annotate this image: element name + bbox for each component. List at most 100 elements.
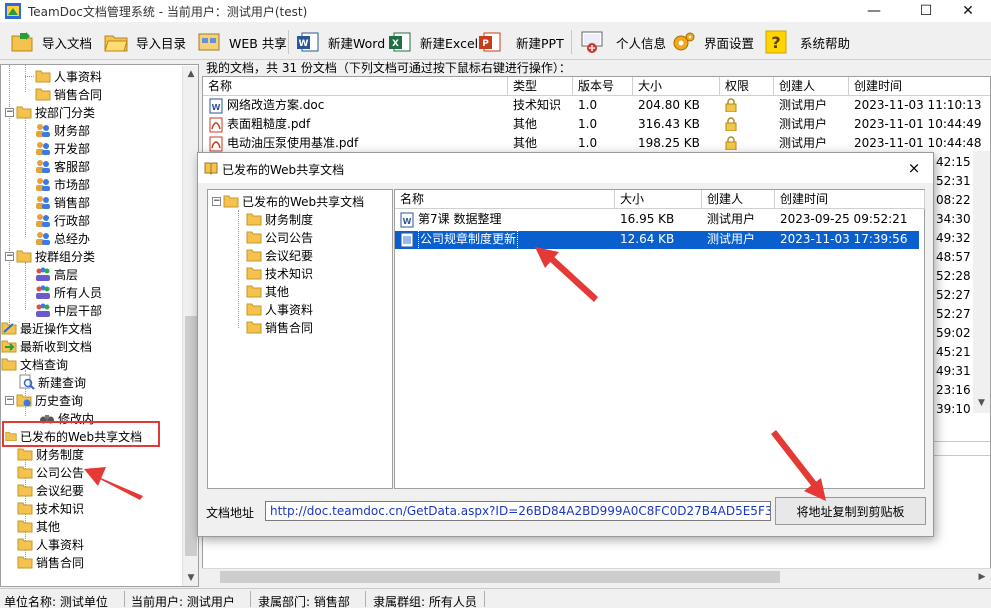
doc-list-scrollbar[interactable]: ▼ bbox=[973, 151, 990, 413]
new-excel-button[interactable]: X 新建Excel bbox=[388, 28, 478, 56]
app-logo-icon bbox=[5, 3, 21, 19]
time-fragment: 23:16 bbox=[936, 383, 971, 397]
tree-item-search[interactable]: 文档查询 bbox=[1, 355, 68, 373]
dialog-close-button[interactable]: × bbox=[902, 157, 926, 179]
col-header-name[interactable]: 名称 bbox=[203, 77, 508, 96]
dialog-tree-item[interactable]: 销售合同 bbox=[246, 318, 313, 336]
web-share-button[interactable]: WEB 共享 bbox=[197, 28, 287, 56]
tree-item[interactable]: 其他 bbox=[17, 517, 60, 535]
tree-item[interactable]: 技术知识 bbox=[17, 499, 84, 517]
tree-item[interactable]: 销售合同 bbox=[35, 85, 102, 103]
tree-item-recent[interactable]: 最近操作文档 bbox=[1, 319, 92, 337]
collapse-toggle[interactable]: − bbox=[212, 196, 221, 206]
tree-item[interactable]: 会议纪要 bbox=[17, 481, 84, 499]
collapse-toggle[interactable]: − bbox=[5, 251, 14, 261]
new-ppt-button[interactable]: P 新建PPT bbox=[478, 28, 564, 56]
tree-item[interactable]: 所有人员 bbox=[35, 283, 102, 301]
new-ppt-label: 新建PPT bbox=[516, 35, 564, 51]
col-header-created[interactable]: 创建时间 bbox=[849, 77, 990, 96]
word-doc-icon: W bbox=[209, 98, 223, 113]
tree-item[interactable]: 开发部 bbox=[35, 139, 90, 157]
collapse-toggle[interactable]: − bbox=[5, 107, 14, 117]
tree-item[interactable]: 客服部 bbox=[35, 157, 90, 175]
address-field[interactable]: http://doc.teamdoc.cn/GetData.aspx?ID=26… bbox=[265, 501, 771, 521]
dialog-tree-item[interactable]: 其他 bbox=[246, 282, 289, 300]
dialog-doc-list[interactable]: 名称 大小 创建人 创建时间 W 第7课 数据整理 16.95 KB 测试用户 … bbox=[394, 189, 925, 489]
tree-item[interactable]: 行政部 bbox=[35, 211, 90, 229]
doc-list-hscrollbar[interactable]: ▶ bbox=[202, 568, 991, 585]
scroll-up-arrow-icon[interactable]: ▲ bbox=[183, 66, 198, 82]
cell-created: 2023-11-01 10:44:49 bbox=[854, 117, 982, 131]
pdf-doc-icon bbox=[209, 136, 223, 151]
web-share-dialog[interactable]: 已发布的Web共享文档 × − 已发布的Web共享文档 财务制度 公司公告 会议… bbox=[197, 152, 934, 537]
dialog-tree-item[interactable]: 财务制度 bbox=[246, 210, 313, 228]
cell-creator: 测试用户 bbox=[779, 136, 828, 150]
table-row[interactable]: W 第7课 数据整理 bbox=[395, 210, 615, 229]
table-row[interactable]: W 网络改造方案.doc bbox=[203, 96, 508, 115]
cell-size: 316.43 KB bbox=[638, 117, 700, 131]
folder-tree[interactable]: 人事资料 销售合同 − 按部门分类 财务部 开发部 客服部 市场部 销售部 行政… bbox=[0, 64, 199, 587]
tree-item[interactable]: 销售合同 bbox=[17, 553, 84, 571]
window-title: TeamDoc文档管理系统 - 当前用户：测试用户(test) bbox=[28, 5, 308, 19]
tree-item[interactable]: 总经办 bbox=[35, 229, 90, 247]
time-fragment: 45:21 bbox=[936, 345, 971, 359]
col-header-created[interactable]: 创建时间 bbox=[775, 190, 925, 209]
col-header-size[interactable]: 大小 bbox=[633, 77, 720, 96]
help-button[interactable]: ? 系统帮助 bbox=[764, 28, 850, 56]
lock-icon bbox=[725, 98, 737, 112]
dialog-tree-item[interactable]: 公司公告 bbox=[246, 228, 313, 246]
dialog-tree-item[interactable]: 人事资料 bbox=[246, 300, 313, 318]
folder-icon bbox=[35, 88, 51, 101]
tree-item[interactable]: 财务制度 bbox=[17, 445, 84, 463]
import-dir-button[interactable]: 导入目录 bbox=[104, 28, 186, 56]
tree-item-by-dept[interactable]: − 按部门分类 bbox=[5, 103, 95, 121]
tree-item[interactable]: 人事资料 bbox=[25, 67, 102, 85]
minimize-button[interactable]: — bbox=[851, 0, 897, 22]
scroll-right-arrow-icon[interactable]: ▶ bbox=[974, 569, 990, 585]
tree-item[interactable]: 人事资料 bbox=[17, 535, 84, 553]
group-icon bbox=[36, 178, 50, 191]
col-header-type[interactable]: 类型 bbox=[508, 77, 573, 96]
dialog-folder-tree[interactable]: − 已发布的Web共享文档 财务制度 公司公告 会议纪要 技术知识 其他 人事资… bbox=[207, 189, 393, 489]
tree-item-history[interactable]: − 历史查询 bbox=[5, 391, 83, 409]
scroll-thumb[interactable] bbox=[220, 571, 780, 583]
col-header-version[interactable]: 版本号 bbox=[573, 77, 633, 96]
col-header-name[interactable]: 名称 bbox=[395, 190, 615, 209]
table-row[interactable]: 表面粗糙度.pdf bbox=[203, 115, 508, 134]
cell-created: 2023-09-25 09:52:21 bbox=[780, 212, 908, 226]
col-header-creator[interactable]: 创建人 bbox=[774, 77, 849, 96]
tree-item[interactable]: 新建查询 bbox=[19, 373, 86, 391]
scroll-down-arrow-icon[interactable]: ▼ bbox=[183, 570, 198, 586]
tree-item-received[interactable]: 最新收到文档 bbox=[1, 337, 92, 355]
scroll-thumb[interactable] bbox=[185, 316, 197, 556]
status-bar: 单位名称: 测试单位 当前用户: 测试用户 隶属部门: 销售部 隶属群组: 所有… bbox=[0, 588, 991, 608]
import-doc-button[interactable]: 导入文档 bbox=[10, 28, 92, 56]
tree-item[interactable]: 市场部 bbox=[35, 175, 90, 193]
scroll-down-arrow-icon[interactable]: ▼ bbox=[973, 395, 990, 411]
col-header-permission[interactable]: 权限 bbox=[720, 77, 774, 96]
tree-item[interactable]: 高层 bbox=[35, 265, 78, 283]
maximize-button[interactable]: ☐ bbox=[903, 0, 949, 22]
tree-connector bbox=[25, 65, 26, 92]
new-word-button[interactable]: W 新建Word bbox=[296, 28, 385, 56]
cell-type: 其他 bbox=[513, 136, 538, 150]
tree-item-by-group[interactable]: − 按群组分类 bbox=[5, 247, 95, 265]
tree-item[interactable]: 中层干部 bbox=[35, 301, 102, 319]
close-button[interactable]: ✕ bbox=[945, 0, 991, 22]
dialog-tree-item[interactable]: 会议纪要 bbox=[246, 246, 313, 264]
table-row[interactable]: 电动油压泵使用基准.pdf bbox=[203, 134, 508, 153]
col-header-size[interactable]: 大小 bbox=[615, 190, 702, 209]
profile-button[interactable]: 个人信息 bbox=[580, 28, 666, 56]
tree-item[interactable]: 销售部 bbox=[35, 193, 90, 211]
col-header-creator[interactable]: 创建人 bbox=[702, 190, 775, 209]
tree-item[interactable]: 公司公告 bbox=[17, 463, 84, 481]
dialog-tree-item[interactable]: 技术知识 bbox=[246, 264, 313, 282]
table-row-selected[interactable]: 公司规章制度更新 bbox=[395, 230, 615, 249]
group-icon bbox=[36, 160, 50, 173]
copy-address-button[interactable]: 将地址复制到剪贴板 bbox=[775, 497, 926, 525]
collapse-toggle[interactable]: − bbox=[5, 395, 14, 405]
tree-item[interactable]: 财务部 bbox=[35, 121, 90, 139]
dialog-tree-root[interactable]: − 已发布的Web共享文档 bbox=[212, 192, 364, 210]
ui-settings-button[interactable]: 界面设置 bbox=[672, 28, 754, 56]
svg-text:X: X bbox=[392, 39, 399, 49]
